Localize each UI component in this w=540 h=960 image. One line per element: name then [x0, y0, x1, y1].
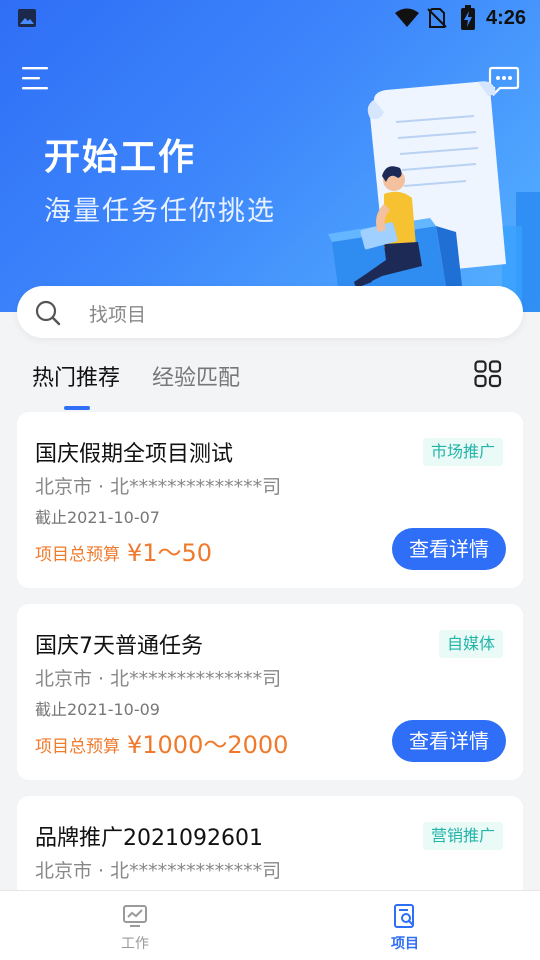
- budget-value: ¥1～50: [127, 539, 213, 567]
- no-sim-icon: [427, 8, 447, 28]
- view-details-button[interactable]: 查看详情: [392, 720, 506, 762]
- search-icon: [35, 300, 61, 326]
- hero-title: 开始工作: [44, 137, 197, 178]
- project-company: 北京市 · 北**************司: [35, 668, 282, 690]
- project-title: 品牌推广2021092601: [35, 826, 263, 851]
- work-illustration: [328, 81, 540, 312]
- bottom-navigation: 工作 项目: [0, 890, 540, 960]
- project-category-tag: 营销推广: [423, 822, 504, 850]
- view-details-button[interactable]: 查看详情: [392, 528, 506, 570]
- hero-banner: 4:26 开始工作 海量任务任你挑选: [0, 0, 540, 312]
- project-card[interactable]: 国庆7天普通任务 自媒体 北京市 · 北**************司 截止20…: [17, 604, 523, 780]
- grid-view-icon[interactable]: [474, 360, 502, 388]
- status-time: 4:26: [486, 7, 527, 29]
- project-deadline: 截止2021-10-09: [35, 700, 160, 719]
- image-notification-icon: [18, 9, 36, 27]
- nav-item-project[interactable]: 项目: [270, 891, 540, 960]
- project-category-tag: 自媒体: [439, 630, 504, 658]
- budget-label: 项目总预算: [35, 737, 120, 757]
- status-bar: 4:26: [0, 0, 540, 36]
- project-title: 国庆假期全项目测试: [35, 442, 234, 467]
- search-placeholder: 找项目: [89, 304, 147, 326]
- nav-label-project: 项目: [391, 936, 419, 952]
- project-category-tag: 市场推广: [423, 438, 504, 466]
- wifi-icon: [395, 8, 419, 27]
- document-search-icon: [394, 904, 414, 928]
- search-input[interactable]: 找项目: [17, 286, 523, 338]
- battery-charging-icon: [461, 5, 475, 30]
- project-company: 北京市 · 北**************司: [35, 476, 282, 498]
- monitor-chart-icon: [123, 905, 147, 927]
- project-deadline: 截止2021-10-07: [35, 508, 160, 527]
- budget-value: ¥1000～2000: [127, 731, 289, 759]
- active-tab-indicator: [64, 406, 90, 410]
- tab-experience-match[interactable]: 经验匹配: [152, 360, 240, 392]
- tab-hot-recommend[interactable]: 热门推荐: [32, 360, 120, 392]
- tab-bar: 热门推荐 经验匹配: [0, 350, 540, 410]
- hero-subtitle: 海量任务任你挑选: [44, 196, 276, 227]
- project-company: 北京市 · 北**************司: [35, 860, 282, 882]
- nav-label-work: 工作: [121, 936, 149, 952]
- project-title: 国庆7天普通任务: [35, 634, 203, 659]
- budget-label: 项目总预算: [35, 545, 120, 565]
- project-card[interactable]: 国庆假期全项目测试 市场推广 北京市 · 北**************司 截止…: [17, 412, 523, 588]
- nav-item-work[interactable]: 工作: [0, 891, 270, 960]
- menu-icon[interactable]: [22, 66, 50, 92]
